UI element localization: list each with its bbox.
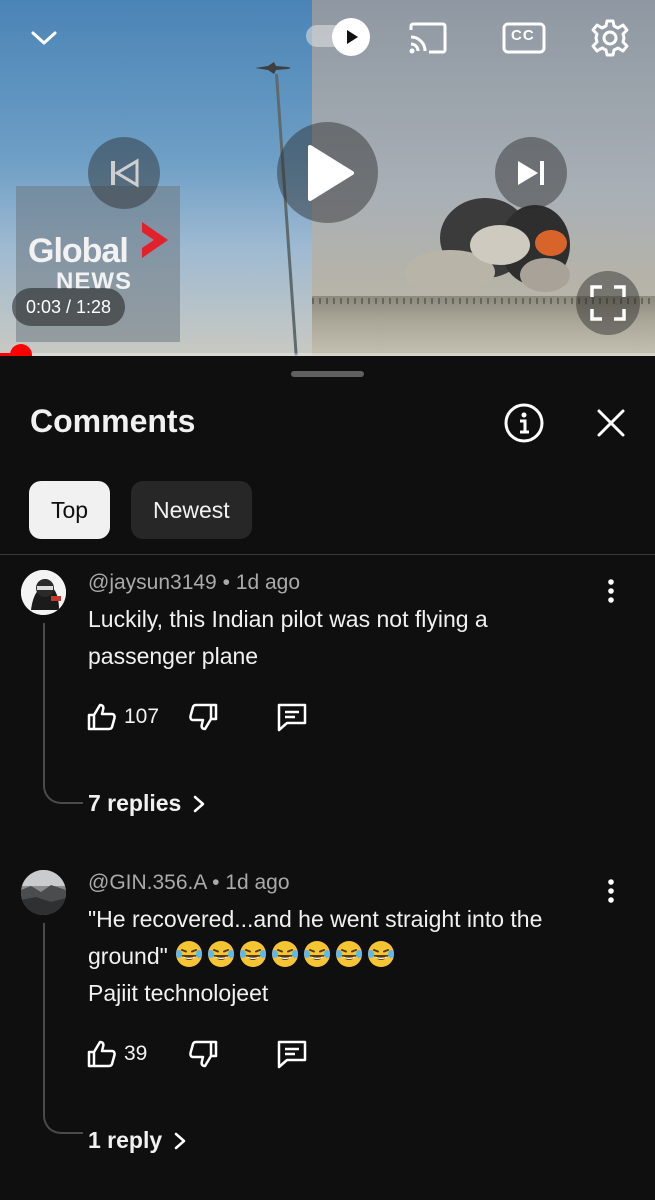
- divider: [0, 554, 655, 555]
- previous-button[interactable]: [88, 137, 160, 209]
- comment-text: Luckily, this Indian pilot was not flyin…: [88, 601, 608, 675]
- play-button[interactable]: [277, 122, 378, 223]
- dislike-button[interactable]: [187, 701, 219, 733]
- avatar[interactable]: [21, 870, 66, 915]
- like-count: 39: [124, 1042, 148, 1065]
- laughing-tears-emoji-icon: [272, 941, 299, 967]
- reply-button[interactable]: [275, 701, 309, 733]
- more-vert-icon: [608, 879, 614, 903]
- laughing-tears-emoji-icon: [176, 941, 203, 967]
- chevron-right-icon: [194, 795, 205, 812]
- avatar-image: [21, 870, 66, 915]
- comment-text-line: passenger plane: [88, 643, 259, 669]
- comment-author[interactable]: @jaysun3149: [88, 571, 217, 594]
- comment-author[interactable]: @GIN.356.A: [88, 871, 206, 894]
- comment-text: "He recovered...and he went straight int…: [88, 901, 608, 1012]
- comment-menu-button[interactable]: [596, 571, 626, 611]
- comment-text-line: Luckily, this Indian pilot was not flyin…: [88, 606, 488, 632]
- video-time: 0:03 / 1:28: [12, 288, 126, 326]
- thumbs-down-icon: [189, 1040, 218, 1068]
- reply-button[interactable]: [275, 1038, 309, 1070]
- replies-label: 1 reply: [88, 1127, 163, 1153]
- laughing-tears-emoji-icon: [336, 941, 363, 967]
- like-button[interactable]: 39: [86, 1038, 147, 1070]
- comment-actions: 107: [86, 697, 309, 737]
- comment-text-line: Pajiit technolojeet: [88, 980, 269, 1006]
- view-replies-button[interactable]: 1 reply: [88, 1127, 190, 1154]
- laughing-tears-emoji-icon: [208, 941, 235, 967]
- view-replies-button[interactable]: 7 replies: [88, 790, 209, 817]
- close-button[interactable]: [589, 401, 633, 445]
- reply-comment-icon: [277, 703, 307, 732]
- info-icon: [504, 403, 544, 443]
- thumbs-up-icon: [87, 703, 116, 731]
- comment-meta: @GIN.356.A • 1d ago: [88, 871, 290, 895]
- chevron-down-icon: [31, 31, 57, 45]
- dislike-button[interactable]: [187, 1038, 219, 1070]
- comment-age: 1d ago: [235, 571, 301, 594]
- minimize-button[interactable]: [20, 14, 68, 62]
- sort-chip-newest[interactable]: Newest: [131, 481, 252, 539]
- meta-separator: •: [222, 571, 230, 594]
- next-icon: [518, 161, 544, 185]
- emoji-row: [174, 941, 398, 969]
- close-icon: [597, 409, 625, 437]
- captions-label: CC: [511, 27, 535, 44]
- progress-bar[interactable]: [0, 353, 655, 356]
- comments-title: Comments: [30, 403, 196, 439]
- more-vert-icon: [608, 579, 614, 603]
- cast-button[interactable]: [404, 14, 452, 62]
- comment-text-line: "He recovered...and he went straight int…: [88, 906, 543, 932]
- replies-label: 7 replies: [88, 790, 182, 816]
- comment-age: 1d ago: [225, 871, 290, 894]
- like-count: 107: [124, 705, 160, 728]
- sort-chip-top[interactable]: Top: [29, 481, 111, 539]
- avatar-image: [21, 570, 66, 615]
- info-button[interactable]: [502, 401, 546, 445]
- avatar[interactable]: [21, 570, 66, 615]
- chevron-right-icon: [174, 1132, 186, 1149]
- thread-line: [43, 623, 83, 804]
- fullscreen-icon: [590, 285, 626, 321]
- captions-button[interactable]: CC: [500, 14, 548, 62]
- comment-text-line: ground": [88, 938, 608, 975]
- news-logo-global: Global: [28, 232, 129, 270]
- next-button[interactable]: [495, 137, 567, 209]
- drag-handle[interactable]: [291, 371, 364, 377]
- comment-text-fragment: ground": [88, 943, 168, 969]
- settings-button[interactable]: [586, 14, 634, 62]
- laughing-tears-emoji-icon: [304, 941, 331, 967]
- comment-actions: 39: [86, 1034, 309, 1074]
- thread-line: [43, 923, 83, 1134]
- autoplay-play-icon: [347, 30, 358, 44]
- news-logo-chevron-icon: [142, 222, 168, 258]
- jet-image: [255, 62, 291, 74]
- play-icon: [307, 144, 354, 201]
- video-player[interactable]: Global NEWS CC 0:03 / 1:28: [0, 0, 655, 356]
- laughing-tears-emoji-icon: [240, 941, 267, 967]
- fullscreen-button[interactable]: [576, 271, 640, 335]
- meta-separator: •: [212, 871, 220, 894]
- comment-meta: @jaysun3149 • 1d ago: [88, 571, 300, 595]
- previous-icon: [111, 158, 139, 188]
- comments-sheet: Comments Top Newest @jaysun3149 • 1d ago…: [0, 357, 655, 1200]
- cast-icon: [409, 22, 447, 54]
- thumbs-down-icon: [189, 703, 218, 731]
- laughing-tears-emoji-icon: [368, 941, 395, 967]
- like-button[interactable]: 107: [86, 701, 159, 733]
- thumbs-up-icon: [87, 1040, 116, 1068]
- comment-menu-button[interactable]: [596, 871, 626, 911]
- settings-gear-icon: [591, 19, 629, 57]
- reply-comment-icon: [278, 1040, 307, 1069]
